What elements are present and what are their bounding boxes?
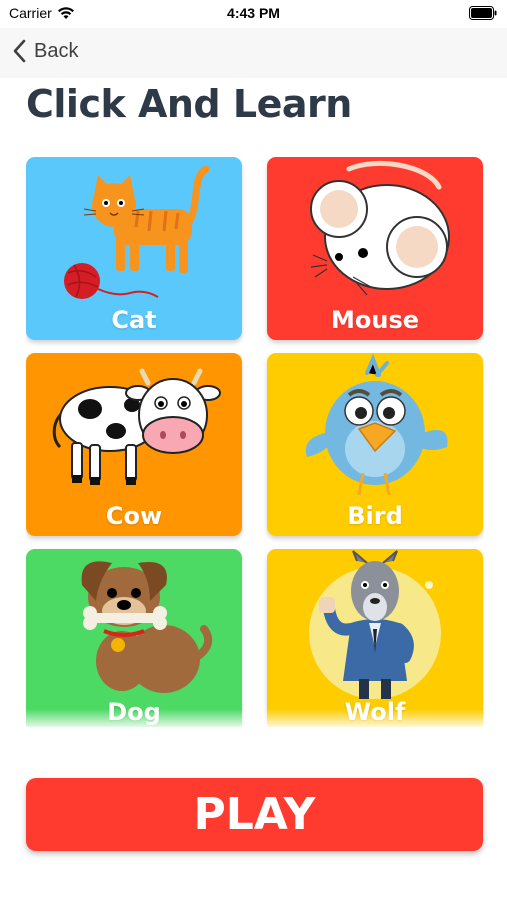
- animal-tile-wolf[interactable]: Wolf: [267, 549, 483, 727]
- chevron-left-icon: [13, 39, 26, 63]
- mouse-icon: [310, 161, 450, 296]
- animal-tile-bird[interactable]: Bird: [267, 353, 483, 536]
- bird-icon: [305, 353, 448, 496]
- animal-label-bird: Bird: [347, 502, 403, 530]
- animal-tile-cat[interactable]: Cat: [26, 157, 242, 340]
- navigation-bar: Back: [0, 28, 507, 78]
- status-bar: Carrier 4:43 PM: [0, 0, 507, 28]
- animal-tile-cow[interactable]: Cow: [26, 353, 242, 536]
- wolf-icon: [309, 550, 441, 699]
- animal-label-dog: Dog: [107, 698, 161, 726]
- status-time: 4:43 PM: [227, 5, 280, 21]
- animal-tile-mouse[interactable]: Mouse: [267, 157, 483, 340]
- play-button[interactable]: PLAY: [26, 778, 483, 851]
- animal-grid: Cat Mouse Cow Bird Dog Wolf: [26, 157, 484, 727]
- page-title: Click And Learn: [26, 82, 352, 126]
- back-label: Back: [34, 39, 79, 62]
- cow-icon: [52, 368, 221, 485]
- animal-label-cow: Cow: [105, 502, 163, 530]
- cat-icon: [64, 165, 210, 299]
- dog-icon: [81, 561, 213, 693]
- animal-label-mouse: Mouse: [330, 306, 420, 334]
- animal-label-wolf: Wolf: [344, 698, 406, 726]
- animal-label-cat: Cat: [111, 306, 157, 334]
- animal-tile-dog[interactable]: Dog: [26, 549, 242, 727]
- back-button[interactable]: Back: [12, 39, 78, 63]
- battery-icon: [469, 6, 497, 20]
